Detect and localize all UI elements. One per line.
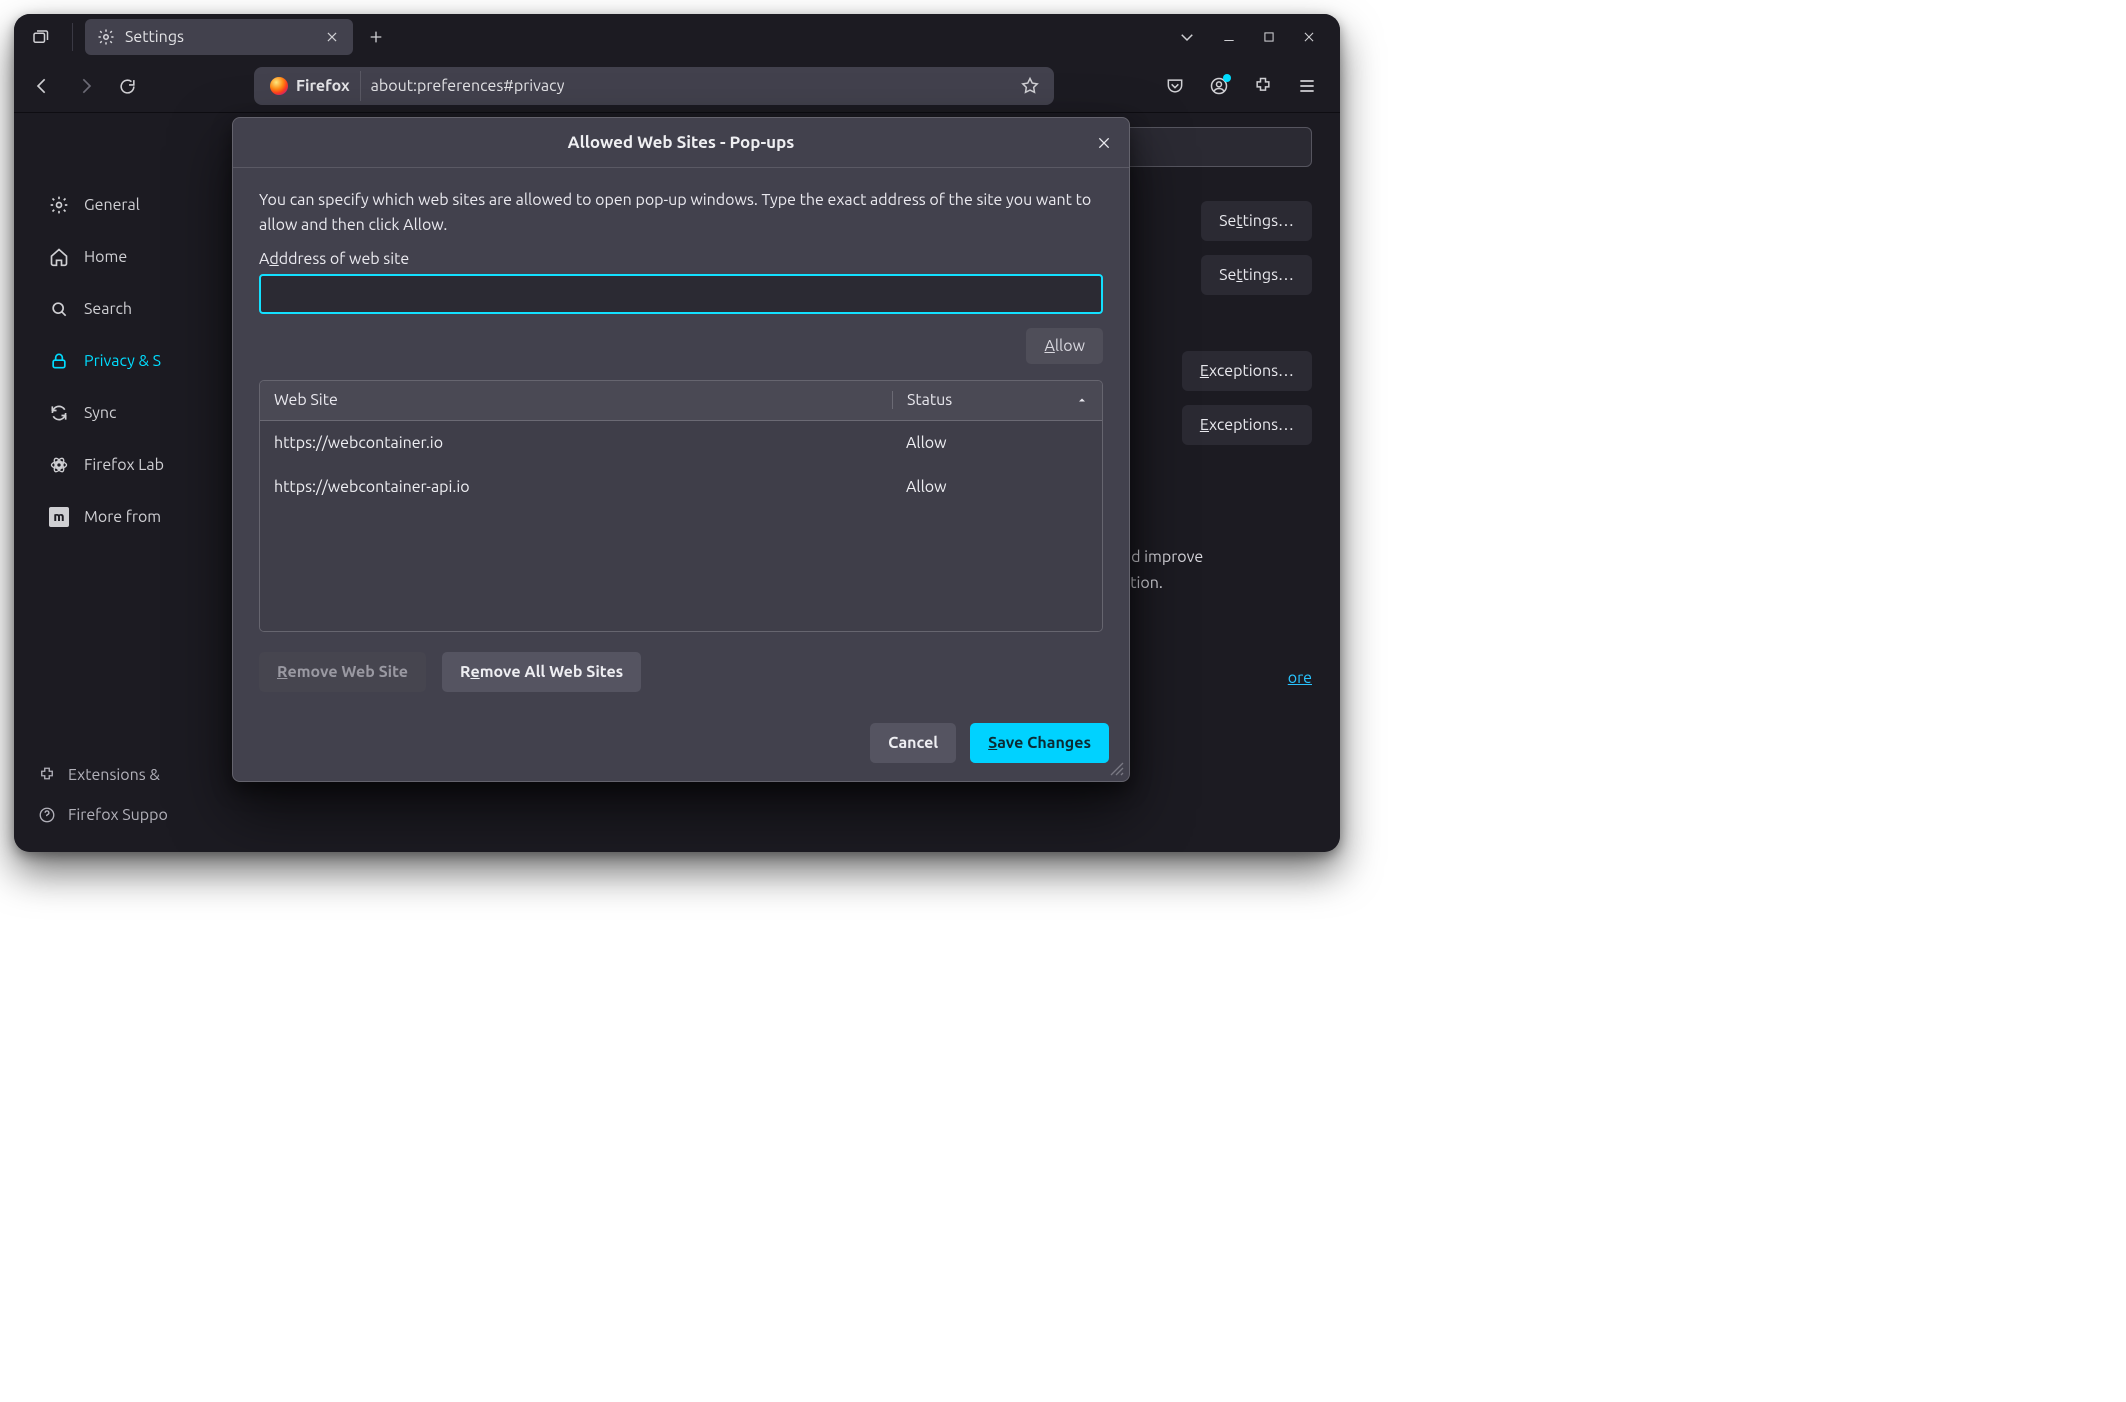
sidebar-item-label: Firefox Lab (84, 456, 164, 474)
cell-website: https://webcontainer-api.io (260, 478, 892, 496)
background-link-fragment[interactable]: ore (1288, 669, 1312, 687)
dialog-close-button[interactable] (1089, 128, 1119, 158)
allowed-sites-table: Web Site Status https://webcontainer.io … (259, 380, 1103, 632)
notification-dot-icon (1223, 74, 1231, 82)
bg-exceptions-button[interactable]: Exceptions… (1182, 351, 1312, 391)
sidebar-item-label: General (84, 196, 140, 214)
search-icon (48, 299, 70, 319)
address-label: Adddress of web site (259, 250, 1103, 268)
bg-exceptions-button[interactable]: Exceptions… (1182, 405, 1312, 445)
app-menu-button[interactable] (1290, 69, 1324, 103)
resize-grip-icon[interactable] (1109, 761, 1125, 777)
sidebar-item-label: More from (84, 508, 161, 526)
table-row[interactable]: https://webcontainer-api.io Allow (260, 465, 1102, 509)
extensions-button[interactable] (1246, 69, 1280, 103)
tab-settings[interactable]: Settings (85, 19, 353, 55)
sidebar-footer-label: Extensions & (68, 766, 160, 784)
back-button[interactable] (28, 71, 58, 101)
pocket-button[interactable] (1158, 69, 1192, 103)
window-close-button[interactable] (1290, 22, 1328, 52)
dialog-titlebar: Allowed Web Sites - Pop-ups (233, 118, 1129, 168)
reload-button[interactable] (112, 71, 142, 101)
sidebar-footer-label: Firefox Suppo (68, 806, 168, 824)
sidebar-item-label: Search (84, 300, 132, 318)
sidebar-item-label: Sync (84, 404, 116, 422)
remove-all-websites-button[interactable]: Remove All Web Sites (442, 652, 641, 692)
home-icon (48, 247, 70, 267)
tab-title: Settings (125, 28, 184, 46)
mozilla-icon: m (48, 507, 70, 527)
column-header-status[interactable]: Status (892, 391, 1102, 409)
sidebar-item-label: Privacy & S (84, 352, 161, 370)
divider (72, 23, 73, 51)
tab-strip: Settings (14, 14, 1340, 60)
bg-settings-button[interactable]: Settings… (1201, 255, 1312, 295)
settings-sidebar-footer: Extensions & Firefox Suppo (38, 760, 168, 830)
cell-website: https://webcontainer.io (260, 434, 892, 452)
forward-button[interactable] (70, 71, 100, 101)
background-buttons: Settings… Settings… Exceptions… Exceptio… (1182, 201, 1312, 445)
window-minimize-button[interactable] (1210, 22, 1248, 52)
save-changes-button[interactable]: Save Changes (970, 723, 1109, 763)
help-icon (38, 806, 56, 824)
dialog-title: Allowed Web Sites - Pop-ups (568, 133, 795, 152)
bg-settings-button[interactable]: Settings… (1201, 201, 1312, 241)
table-row[interactable]: https://webcontainer.io Allow (260, 421, 1102, 465)
labs-icon (48, 455, 70, 475)
new-tab-button[interactable] (359, 20, 393, 54)
sidebar-item-label: Home (84, 248, 127, 266)
cell-status: Allow (892, 434, 1102, 452)
page-content: ngs General Home Search Privacy & S Sync… (14, 112, 1340, 852)
dialog-description: You can specify which web sites are allo… (259, 188, 1103, 238)
popup-exceptions-dialog: Allowed Web Sites - Pop-ups You can spec… (232, 117, 1130, 782)
firefox-logo-icon (270, 77, 288, 95)
list-all-tabs-button[interactable] (1170, 20, 1204, 54)
sort-asc-icon (1076, 394, 1088, 406)
browser-window: Settings Firefox about:pr (14, 14, 1340, 852)
cell-status: Allow (892, 478, 1102, 496)
cancel-button[interactable]: Cancel (870, 723, 956, 763)
tab-close-button[interactable] (321, 26, 343, 48)
window-controls (1210, 22, 1334, 52)
gear-icon (97, 28, 115, 46)
sidebar-footer-extensions[interactable]: Extensions & (38, 760, 168, 790)
url-product: Firefox (296, 77, 350, 95)
remove-website-button[interactable]: Remove Web Site (259, 652, 426, 692)
address-input[interactable] (259, 274, 1103, 314)
gear-icon (48, 195, 70, 215)
recent-browsing-button[interactable] (20, 19, 60, 55)
sync-icon (48, 403, 70, 423)
url-text: about:preferences#privacy (361, 71, 575, 101)
bookmark-star-button[interactable] (1014, 76, 1046, 96)
background-text-fragment: nd improveation. (1122, 545, 1312, 596)
puzzle-icon (38, 766, 56, 784)
column-header-website[interactable]: Web Site (260, 391, 892, 409)
sidebar-footer-support[interactable]: Firefox Suppo (38, 800, 168, 830)
window-maximize-button[interactable] (1250, 22, 1288, 52)
allow-button[interactable]: Allow (1026, 328, 1103, 364)
lock-icon (48, 351, 70, 371)
url-identity-firefox[interactable]: Firefox (260, 71, 361, 101)
nav-toolbar: Firefox about:preferences#privacy (14, 60, 1340, 112)
account-button[interactable] (1202, 69, 1236, 103)
url-bar[interactable]: Firefox about:preferences#privacy (254, 67, 1054, 105)
